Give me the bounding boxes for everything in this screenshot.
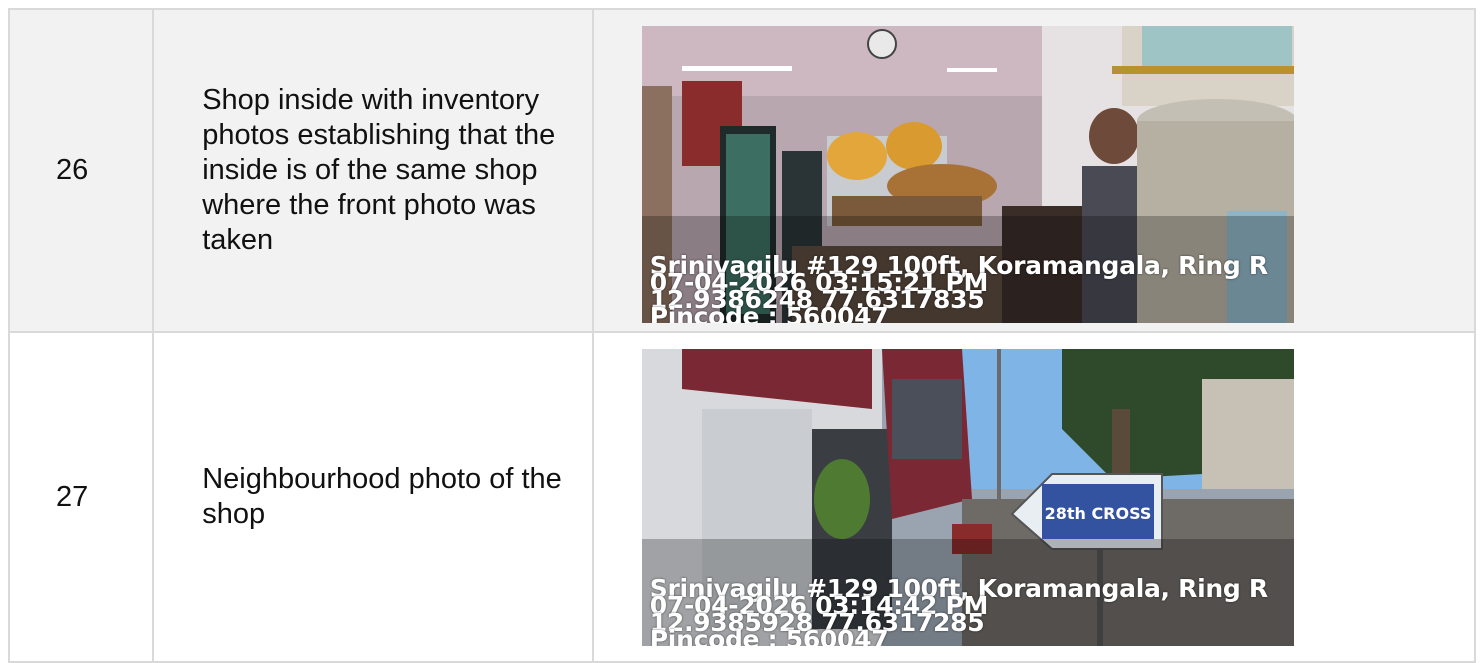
photo-evidence-table: 26 Shop inside with inventory photos est… (7, 8, 1477, 663)
photo-cell: 28th CROSS Srinivagilu #129 100ft, Koram… (591, 331, 1477, 663)
shop-interior-photo: Srinivagilu #129 100ft, Koramangala, Rin… (641, 26, 1294, 323)
photo-geo-stamp: Srinivagilu #129 100ft, Koramangala, Rin… (650, 253, 1268, 323)
street-sign-text: 28th CROSS (1044, 504, 1151, 523)
row-number: 27 (7, 331, 155, 663)
table-row: 27 Neighbourhood photo of the shop 28th … (7, 331, 1477, 663)
neighbourhood-photo: 28th CROSS Srinivagilu #129 100ft, Koram… (641, 349, 1294, 646)
photo-cell: Srinivagilu #129 100ft, Koramangala, Rin… (591, 8, 1477, 333)
row-description: Shop inside with inventory photos establ… (152, 8, 594, 333)
row-description: Neighbourhood photo of the shop (152, 331, 594, 663)
photo-geo-stamp: Srinivagilu #129 100ft, Koramangala, Rin… (650, 576, 1268, 646)
table-row: 26 Shop inside with inventory photos est… (7, 8, 1477, 333)
row-number: 26 (7, 8, 155, 333)
